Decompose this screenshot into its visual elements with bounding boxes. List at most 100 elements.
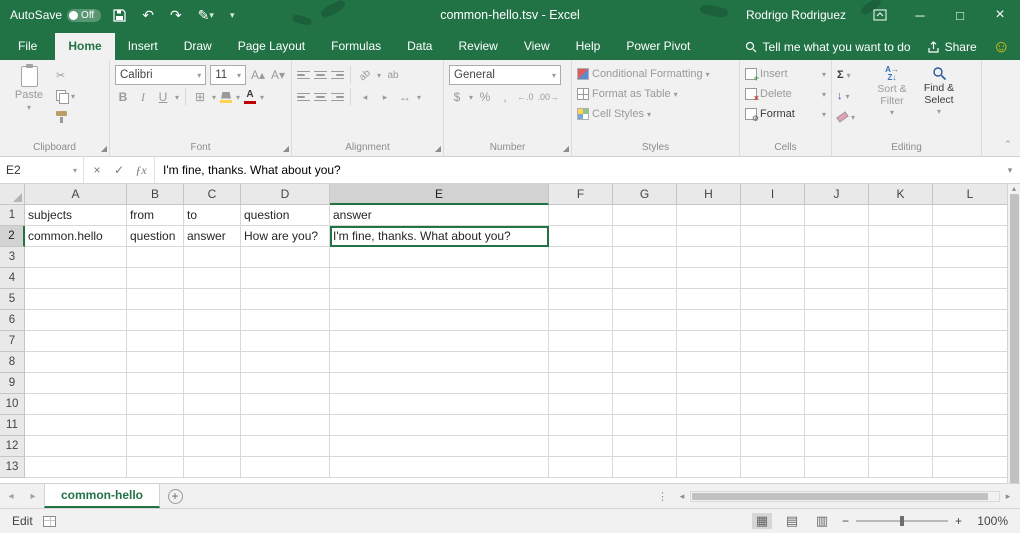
cell-K4[interactable] (869, 268, 933, 289)
sheet-bar-resize-handle[interactable]: ⋮ (651, 484, 674, 508)
tab-help[interactable]: Help (563, 33, 614, 60)
cancel-button[interactable]: × (86, 163, 108, 177)
formula-bar-expand-button[interactable]: ▾ (1000, 157, 1020, 183)
cell-E4[interactable] (330, 268, 549, 289)
draw-touch-button[interactable]: ✎▾ (194, 7, 218, 24)
cell-L2[interactable] (933, 226, 1007, 247)
cell-L3[interactable] (933, 247, 1007, 268)
cell-C9[interactable] (184, 373, 241, 394)
tell-me-search[interactable]: Tell me what you want to do (745, 40, 911, 54)
cell-C13[interactable] (184, 457, 241, 478)
cell-G4[interactable] (613, 268, 677, 289)
vertical-scrollbar-thumb[interactable] (1010, 194, 1019, 483)
cell-A10[interactable] (25, 394, 127, 415)
cell-C8[interactable] (184, 352, 241, 373)
underline-button[interactable]: U (155, 90, 171, 104)
cell-K13[interactable] (869, 457, 933, 478)
autosave-toggle[interactable]: AutoSave Off (10, 8, 101, 22)
cell-D4[interactable] (241, 268, 330, 289)
conditional-formatting-button[interactable]: Conditional Formatting▾ (577, 66, 734, 82)
cell-B1[interactable]: from (127, 205, 184, 226)
cell-K2[interactable] (869, 226, 933, 247)
cell-J5[interactable] (805, 289, 869, 310)
cell-K1[interactable] (869, 205, 933, 226)
horizontal-scrollbar-track[interactable] (690, 491, 1000, 502)
cell-D11[interactable] (241, 415, 330, 436)
cell-A12[interactable] (25, 436, 127, 457)
zoom-level[interactable]: 100% (972, 514, 1008, 528)
column-header-G[interactable]: G (613, 184, 677, 205)
column-header-B[interactable]: B (127, 184, 184, 205)
cell-styles-button[interactable]: Cell Styles▾ (577, 106, 734, 122)
clear-button[interactable]: ▾ (837, 109, 867, 125)
collapse-ribbon-button[interactable]: ⌃ (1004, 140, 1012, 149)
cell-F8[interactable] (549, 352, 613, 373)
tab-review[interactable]: Review (445, 33, 510, 60)
cell-G13[interactable] (613, 457, 677, 478)
cell-D8[interactable] (241, 352, 330, 373)
zoom-in-button[interactable]: + (955, 514, 962, 528)
font-size-select[interactable]: 11▾ (210, 65, 246, 85)
insert-function-button[interactable]: ƒx (130, 163, 152, 178)
column-header-C[interactable]: C (184, 184, 241, 205)
comma-style-button[interactable]: , (497, 90, 513, 104)
cell-B4[interactable] (127, 268, 184, 289)
cell-A11[interactable] (25, 415, 127, 436)
cell-F13[interactable] (549, 457, 613, 478)
cell-H1[interactable] (677, 205, 741, 226)
cell-G11[interactable] (613, 415, 677, 436)
cell-C2[interactable]: answer (184, 226, 241, 247)
cell-F9[interactable] (549, 373, 613, 394)
increase-indent-button[interactable]: ▸ (377, 92, 393, 103)
cell-E10[interactable] (330, 394, 549, 415)
cell-L4[interactable] (933, 268, 1007, 289)
align-middle-icon[interactable] (314, 71, 327, 80)
fill-button[interactable]: ↓▾ (837, 88, 867, 104)
shrink-font-button[interactable]: A▾ (270, 68, 286, 82)
cell-C4[interactable] (184, 268, 241, 289)
cell-J6[interactable] (805, 310, 869, 331)
cell-A6[interactable] (25, 310, 127, 331)
accounting-format-button[interactable]: $ (449, 90, 465, 104)
borders-button[interactable]: ⊞ (192, 90, 208, 104)
cell-J7[interactable] (805, 331, 869, 352)
row-header-8[interactable]: 8 (0, 352, 25, 373)
cell-G2[interactable] (613, 226, 677, 247)
clipboard-dialog-launcher[interactable]: ◢ (101, 144, 107, 153)
vertical-scrollbar[interactable]: ▴ ▾ (1007, 184, 1020, 483)
format-cells-button[interactable]: ⚙Format▾ (745, 106, 826, 122)
cell-B7[interactable] (127, 331, 184, 352)
cell-A13[interactable] (25, 457, 127, 478)
cell-H5[interactable] (677, 289, 741, 310)
cell-G12[interactable] (613, 436, 677, 457)
cell-L8[interactable] (933, 352, 1007, 373)
align-bottom-icon[interactable] (331, 71, 344, 80)
column-header-J[interactable]: J (805, 184, 869, 205)
number-dialog-launcher[interactable]: ◢ (563, 144, 569, 153)
cell-J3[interactable] (805, 247, 869, 268)
cell-H3[interactable] (677, 247, 741, 268)
format-as-table-button[interactable]: Format as Table▾ (577, 86, 734, 102)
feedback-smiley-icon[interactable]: ☺ (993, 38, 1010, 55)
cell-C3[interactable] (184, 247, 241, 268)
minimize-button[interactable]: ─ (900, 0, 940, 30)
cell-B3[interactable] (127, 247, 184, 268)
cell-A9[interactable] (25, 373, 127, 394)
format-painter-button[interactable] (56, 109, 75, 125)
cell-G1[interactable] (613, 205, 677, 226)
cell-E11[interactable] (330, 415, 549, 436)
fill-color-button[interactable] (220, 92, 232, 103)
cell-F11[interactable] (549, 415, 613, 436)
cell-E5[interactable] (330, 289, 549, 310)
sheet-nav-prev-button[interactable]: ◂ (0, 484, 22, 508)
tab-page-layout[interactable]: Page Layout (225, 33, 318, 60)
cell-D10[interactable] (241, 394, 330, 415)
row-header-5[interactable]: 5 (0, 289, 25, 310)
cell-H11[interactable] (677, 415, 741, 436)
macro-record-button[interactable] (43, 516, 56, 527)
cell-K12[interactable] (869, 436, 933, 457)
cell-B8[interactable] (127, 352, 184, 373)
cell-E7[interactable] (330, 331, 549, 352)
cell-J2[interactable] (805, 226, 869, 247)
row-header-7[interactable]: 7 (0, 331, 25, 352)
